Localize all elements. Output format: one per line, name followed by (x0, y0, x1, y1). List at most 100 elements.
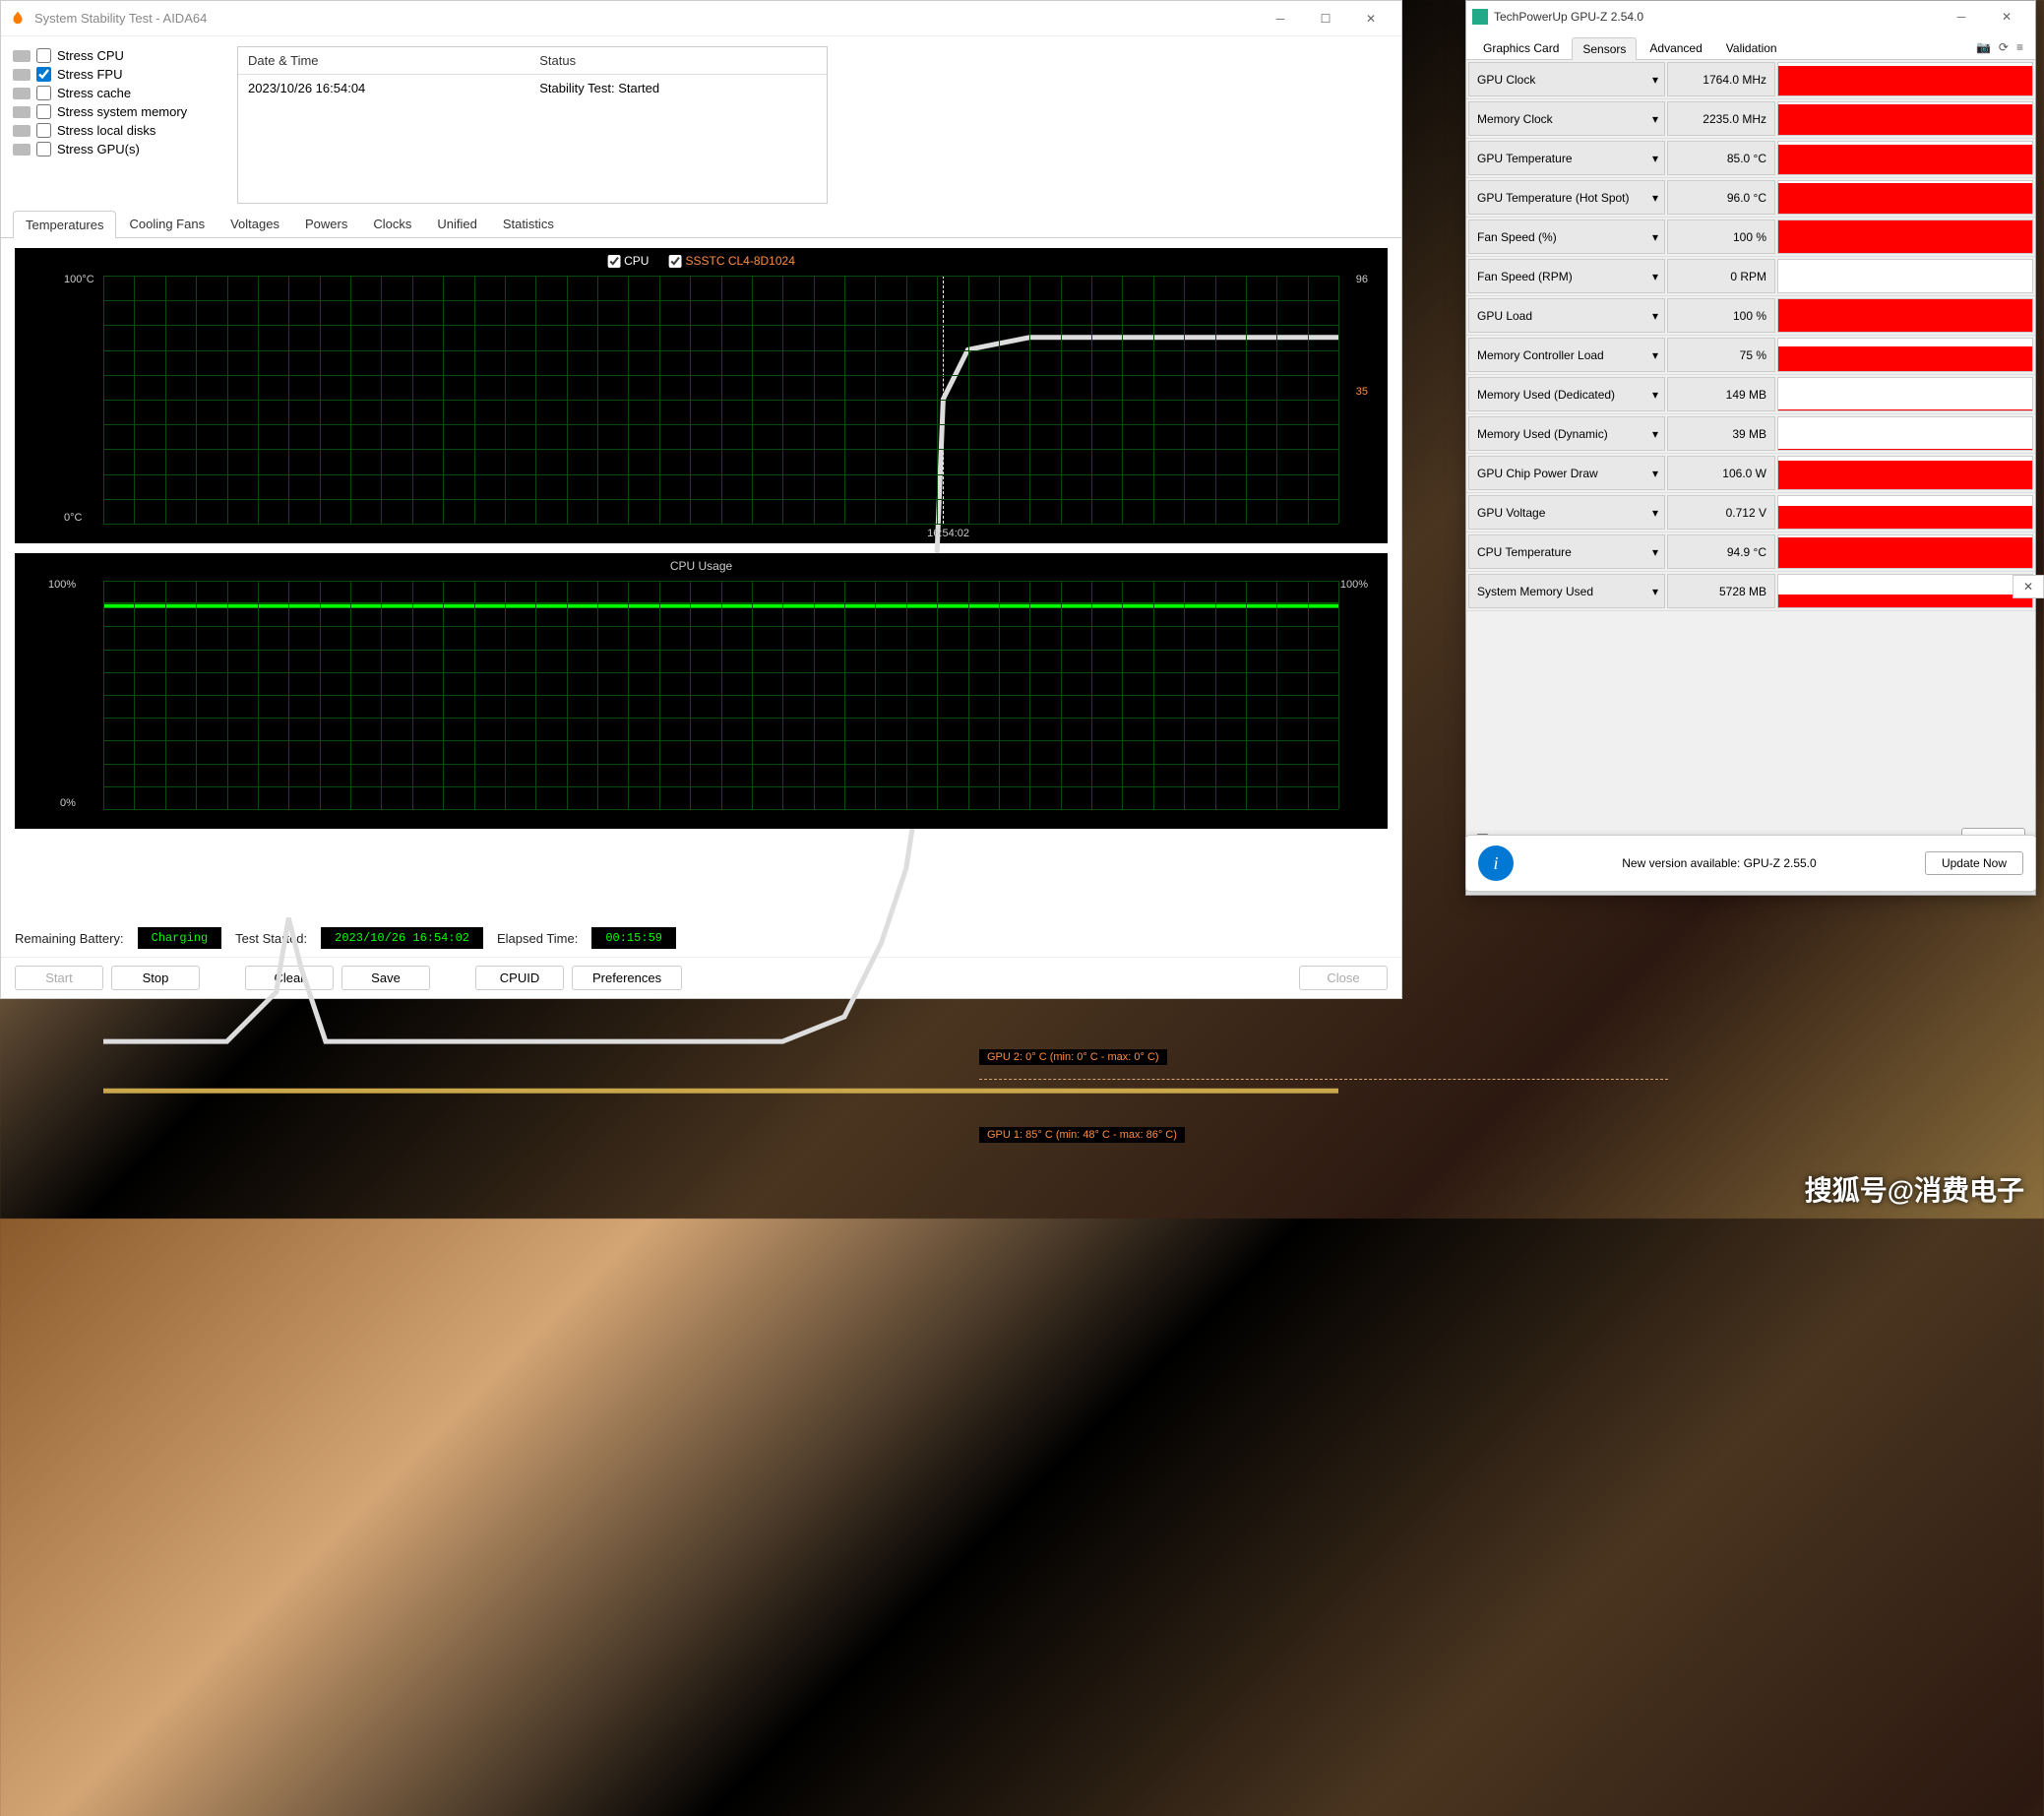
gpuz-tab-sensors[interactable]: Sensors (1572, 37, 1637, 60)
chevron-down-icon[interactable]: ▾ (1652, 467, 1658, 480)
usage-r-top: 100% (1340, 579, 1368, 591)
stress-checkbox[interactable] (36, 48, 51, 63)
aida64-titlebar[interactable]: System Stability Test - AIDA64 ─ ☐ ✕ (1, 1, 1401, 36)
sensor-name[interactable]: GPU Voltage▾ (1468, 495, 1665, 530)
camera-icon[interactable]: 📷 (1976, 40, 1991, 55)
sensor-name[interactable]: System Memory Used▾ (1468, 574, 1665, 608)
sensor-graph (1777, 456, 2033, 490)
sensor-value[interactable]: 75 % (1667, 338, 1775, 372)
tab-temperatures[interactable]: Temperatures (13, 211, 116, 238)
sensor-value[interactable]: 106.0 W (1667, 456, 1775, 490)
sensor-value[interactable]: 96.0 °C (1667, 180, 1775, 215)
sensor-name[interactable]: Memory Controller Load▾ (1468, 338, 1665, 372)
chevron-down-icon[interactable]: ▾ (1652, 230, 1658, 244)
sensor-value[interactable]: 1764.0 MHz (1667, 62, 1775, 96)
sensor-name[interactable]: GPU Temperature (Hot Spot)▾ (1468, 180, 1665, 215)
sensor-value[interactable]: 94.9 °C (1667, 534, 1775, 569)
hamburger-icon[interactable]: ≡ (2016, 40, 2023, 55)
sensor-name[interactable]: Fan Speed (RPM)▾ (1468, 259, 1665, 293)
sensor-value[interactable]: 100 % (1667, 219, 1775, 254)
sensor-row: Memory Clock▾ 2235.0 MHz (1466, 99, 2035, 139)
chevron-down-icon[interactable]: ▾ (1652, 545, 1658, 559)
gpuz-toolbar-icons: 📷 ⟳ ≡ (1970, 36, 2029, 59)
chevron-down-icon[interactable]: ▾ (1652, 73, 1658, 87)
sensor-row: GPU Clock▾ 1764.0 MHz (1466, 60, 2035, 99)
sensor-value[interactable]: 0.712 V (1667, 495, 1775, 530)
stress-option-4[interactable]: Stress local disks (13, 121, 217, 140)
cpu-usage-chart: CPU Usage 100% 0% 100% (15, 553, 1388, 829)
sensor-value[interactable]: 2235.0 MHz (1667, 101, 1775, 136)
tab-powers[interactable]: Powers (292, 210, 360, 237)
stress-option-0[interactable]: Stress CPU (13, 46, 217, 65)
temp-grid (103, 276, 1338, 524)
start-button[interactable]: Start (15, 966, 103, 990)
stress-options-list: Stress CPU Stress FPU Stress cache Stres… (13, 46, 217, 204)
chevron-down-icon[interactable]: ▾ (1652, 112, 1658, 126)
tab-statistics[interactable]: Statistics (490, 210, 567, 237)
tab-voltages[interactable]: Voltages (217, 210, 292, 237)
gpuz-minimize-button[interactable]: ─ (1939, 2, 1984, 31)
chevron-down-icon[interactable]: ▾ (1652, 427, 1658, 441)
sensor-name[interactable]: CPU Temperature▾ (1468, 534, 1665, 569)
refresh-icon[interactable]: ⟳ (1999, 40, 2009, 55)
sensor-row: Fan Speed (%)▾ 100 % (1466, 218, 2035, 257)
stress-checkbox[interactable] (36, 86, 51, 100)
sensor-name[interactable]: Memory Clock▾ (1468, 101, 1665, 136)
chevron-down-icon[interactable]: ▾ (1652, 506, 1658, 520)
chevron-down-icon[interactable]: ▾ (1652, 191, 1658, 205)
chevron-down-icon[interactable]: ▾ (1652, 270, 1658, 283)
hw-icon (13, 125, 31, 137)
stress-checkbox[interactable] (36, 142, 51, 157)
sensor-value[interactable]: 100 % (1667, 298, 1775, 333)
stress-checkbox[interactable] (36, 104, 51, 119)
info-icon: i (1478, 845, 1514, 881)
tab-unified[interactable]: Unified (424, 210, 489, 237)
sensor-graph (1777, 101, 2033, 136)
sensor-value[interactable]: 85.0 °C (1667, 141, 1775, 175)
stress-option-1[interactable]: Stress FPU (13, 65, 217, 84)
chevron-down-icon[interactable]: ▾ (1652, 388, 1658, 402)
sensor-row: Fan Speed (RPM)▾ 0 RPM (1466, 257, 2035, 296)
stray-close-button[interactable]: ✕ (2013, 575, 2044, 598)
tab-cooling-fans[interactable]: Cooling Fans (116, 210, 217, 237)
sensor-name[interactable]: Memory Used (Dedicated)▾ (1468, 377, 1665, 411)
gpuz-titlebar[interactable]: TechPowerUp GPU-Z 2.54.0 ─ ✕ (1466, 1, 2035, 32)
gpuz-tab-advanced[interactable]: Advanced (1639, 36, 1712, 59)
sensor-list: GPU Clock▾ 1764.0 MHz Memory Clock▾ 2235… (1466, 60, 2035, 611)
minimize-button[interactable]: ─ (1258, 4, 1303, 33)
log-row[interactable]: 2023/10/26 16:54:04 Stability Test: Star… (238, 75, 827, 102)
gpuz-close-button[interactable]: ✕ (1984, 2, 2029, 31)
sensor-graph (1777, 534, 2033, 569)
stress-option-3[interactable]: Stress system memory (13, 102, 217, 121)
sensor-name[interactable]: GPU Temperature▾ (1468, 141, 1665, 175)
chevron-down-icon[interactable]: ▾ (1652, 309, 1658, 323)
stress-option-2[interactable]: Stress cache (13, 84, 217, 102)
maximize-button[interactable]: ☐ (1303, 4, 1348, 33)
sensor-name[interactable]: GPU Load▾ (1468, 298, 1665, 333)
gpuz-tab-graphics-card[interactable]: Graphics Card (1472, 36, 1570, 59)
hw-icon (13, 69, 31, 81)
stress-checkbox[interactable] (36, 67, 51, 82)
stress-checkbox[interactable] (36, 123, 51, 138)
sensor-value[interactable]: 5728 MB (1667, 574, 1775, 608)
legend-ssd[interactable]: SSSTC CL4-8D1024 (668, 254, 794, 268)
close-button[interactable]: ✕ (1348, 4, 1394, 33)
legend-cpu[interactable]: CPU (607, 254, 649, 268)
watermark: 搜狐号@消费电子 (1805, 1169, 2024, 1209)
sensor-value[interactable]: 39 MB (1667, 416, 1775, 451)
gpuz-title: TechPowerUp GPU-Z 2.54.0 (1494, 10, 1939, 24)
stress-option-5[interactable]: Stress GPU(s) (13, 140, 217, 158)
sensor-name[interactable]: GPU Clock▾ (1468, 62, 1665, 96)
update-now-button[interactable]: Update Now (1925, 851, 2023, 875)
chevron-down-icon[interactable]: ▾ (1652, 348, 1658, 362)
tab-clocks[interactable]: Clocks (360, 210, 424, 237)
sensor-name[interactable]: Fan Speed (%)▾ (1468, 219, 1665, 254)
gpuz-tab-validation[interactable]: Validation (1715, 36, 1788, 59)
sensor-value[interactable]: 149 MB (1667, 377, 1775, 411)
sensor-name[interactable]: Memory Used (Dynamic)▾ (1468, 416, 1665, 451)
sensor-name[interactable]: GPU Chip Power Draw▾ (1468, 456, 1665, 490)
chevron-down-icon[interactable]: ▾ (1652, 152, 1658, 165)
sensor-graph (1777, 574, 2033, 608)
sensor-value[interactable]: 0 RPM (1667, 259, 1775, 293)
chevron-down-icon[interactable]: ▾ (1652, 585, 1658, 598)
